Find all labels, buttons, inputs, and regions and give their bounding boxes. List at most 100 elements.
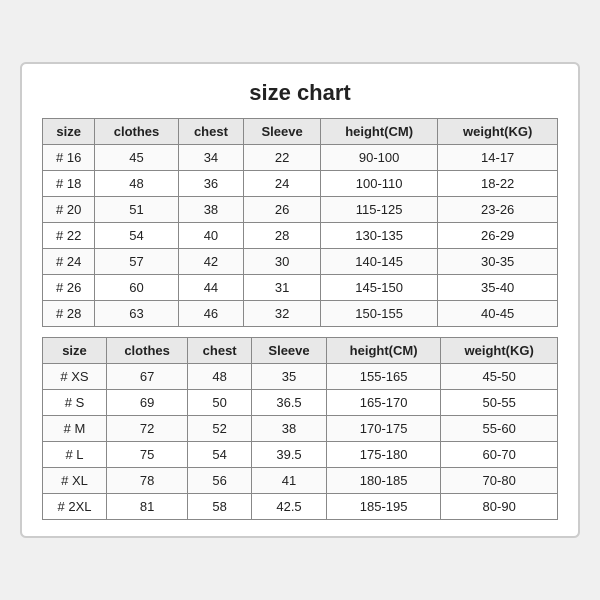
table-cell: 180-185 <box>326 468 440 494</box>
table-cell: # 16 <box>43 145 95 171</box>
table-cell: 30 <box>244 249 321 275</box>
table-cell: # 20 <box>43 197 95 223</box>
table-cell: 51 <box>95 197 178 223</box>
table-cell: 60-70 <box>441 442 558 468</box>
table-cell: 22 <box>244 145 321 171</box>
table-row: # 20513826115-12523-26 <box>43 197 558 223</box>
table-cell: 41 <box>252 468 327 494</box>
table-cell: 90-100 <box>320 145 437 171</box>
table-row: # 1645342290-10014-17 <box>43 145 558 171</box>
table-cell: 57 <box>95 249 178 275</box>
table-cell: 35-40 <box>438 275 558 301</box>
table-cell: 46 <box>178 301 244 327</box>
table-cell: 78 <box>107 468 188 494</box>
table-cell: 34 <box>178 145 244 171</box>
table-cell: 42.5 <box>252 494 327 520</box>
table-cell: # 22 <box>43 223 95 249</box>
table2-header-row: sizeclotheschestSleeveheight(CM)weight(K… <box>43 338 558 364</box>
table-cell: 48 <box>95 171 178 197</box>
table-cell: # 26 <box>43 275 95 301</box>
table-cell: 48 <box>188 364 252 390</box>
table1-header-cell: chest <box>178 119 244 145</box>
table1-body: # 1645342290-10014-17# 18483624100-11018… <box>43 145 558 327</box>
table-row: # M725238170-17555-60 <box>43 416 558 442</box>
table2-header-cell: size <box>43 338 107 364</box>
table-cell: 38 <box>178 197 244 223</box>
table-cell: 45-50 <box>441 364 558 390</box>
table-cell: # M <box>43 416 107 442</box>
table1-header-cell: weight(KG) <box>438 119 558 145</box>
table-cell: 32 <box>244 301 321 327</box>
table1-header-cell: clothes <box>95 119 178 145</box>
table2-body: # XS674835155-16545-50# S695036.5165-170… <box>43 364 558 520</box>
chart-title: size chart <box>42 80 558 106</box>
table-cell: 36.5 <box>252 390 327 416</box>
table-cell: 155-165 <box>326 364 440 390</box>
table-cell: 60 <box>95 275 178 301</box>
table-cell: 56 <box>188 468 252 494</box>
table2-header-cell: height(CM) <box>326 338 440 364</box>
table-cell: 31 <box>244 275 321 301</box>
table-row: # XS674835155-16545-50 <box>43 364 558 390</box>
table-cell: 35 <box>252 364 327 390</box>
table-row: # 22544028130-13526-29 <box>43 223 558 249</box>
table-cell: # XL <box>43 468 107 494</box>
table-cell: # 18 <box>43 171 95 197</box>
table-cell: 72 <box>107 416 188 442</box>
table-cell: # 2XL <box>43 494 107 520</box>
table-cell: 100-110 <box>320 171 437 197</box>
table-cell: 170-175 <box>326 416 440 442</box>
table-cell: 185-195 <box>326 494 440 520</box>
table-cell: 69 <box>107 390 188 416</box>
table-cell: 58 <box>188 494 252 520</box>
table-cell: 23-26 <box>438 197 558 223</box>
table-cell: # XS <box>43 364 107 390</box>
table2-header-cell: clothes <box>107 338 188 364</box>
table-cell: # 24 <box>43 249 95 275</box>
table-row: # 28634632150-15540-45 <box>43 301 558 327</box>
table-cell: 14-17 <box>438 145 558 171</box>
table-cell: # S <box>43 390 107 416</box>
size-table-2: sizeclotheschestSleeveheight(CM)weight(K… <box>42 337 558 520</box>
table-cell: 165-170 <box>326 390 440 416</box>
table2-header: sizeclotheschestSleeveheight(CM)weight(K… <box>43 338 558 364</box>
table-cell: 26-29 <box>438 223 558 249</box>
table-cell: 26 <box>244 197 321 223</box>
table-cell: # L <box>43 442 107 468</box>
table-cell: 40 <box>178 223 244 249</box>
table-row: # L755439.5175-18060-70 <box>43 442 558 468</box>
table-cell: 67 <box>107 364 188 390</box>
table-cell: 70-80 <box>441 468 558 494</box>
size-table-1: sizeclotheschestSleeveheight(CM)weight(K… <box>42 118 558 327</box>
table2-header-cell: Sleeve <box>252 338 327 364</box>
table1-header-cell: height(CM) <box>320 119 437 145</box>
table-row: # 18483624100-11018-22 <box>43 171 558 197</box>
table-cell: 24 <box>244 171 321 197</box>
size-chart-card: size chart sizeclotheschestSleeveheight(… <box>20 62 580 538</box>
table-cell: 45 <box>95 145 178 171</box>
table-cell: 81 <box>107 494 188 520</box>
table-cell: 130-135 <box>320 223 437 249</box>
table-cell: 54 <box>188 442 252 468</box>
table-cell: 30-35 <box>438 249 558 275</box>
table2-header-cell: chest <box>188 338 252 364</box>
table-cell: 36 <box>178 171 244 197</box>
table-row: # 26604431145-15035-40 <box>43 275 558 301</box>
table-row: # S695036.5165-17050-55 <box>43 390 558 416</box>
table-cell: 52 <box>188 416 252 442</box>
table-cell: 175-180 <box>326 442 440 468</box>
table-cell: 40-45 <box>438 301 558 327</box>
table-row: # 2XL815842.5185-19580-90 <box>43 494 558 520</box>
table-cell: 150-155 <box>320 301 437 327</box>
table-cell: 80-90 <box>441 494 558 520</box>
table1-header: sizeclotheschestSleeveheight(CM)weight(K… <box>43 119 558 145</box>
table-cell: 145-150 <box>320 275 437 301</box>
table1-header-cell: size <box>43 119 95 145</box>
table-cell: 42 <box>178 249 244 275</box>
table-cell: 38 <box>252 416 327 442</box>
table2-header-cell: weight(KG) <box>441 338 558 364</box>
table-cell: 54 <box>95 223 178 249</box>
table-cell: 50 <box>188 390 252 416</box>
table-row: # XL785641180-18570-80 <box>43 468 558 494</box>
table-cell: 140-145 <box>320 249 437 275</box>
